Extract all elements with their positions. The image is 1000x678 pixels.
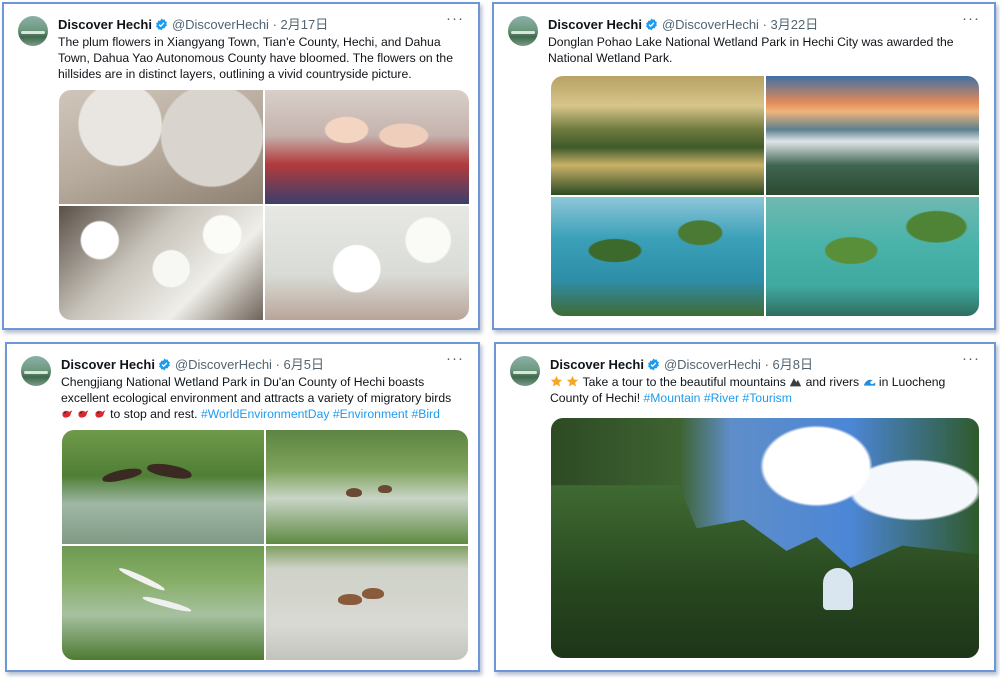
photo-ducks-water[interactable] xyxy=(266,546,468,660)
photo-lake-islands[interactable] xyxy=(551,197,764,316)
star-emoji-icon xyxy=(567,375,579,387)
hashtag-world-environment-day[interactable]: #WorldEnvironmentDay xyxy=(201,407,329,421)
author-name[interactable]: Discover Hechi xyxy=(548,17,642,32)
tweet-text-main: Chengjiang National Wetland Park in Du'a… xyxy=(61,375,452,405)
tweet-date[interactable]: 6月8日 xyxy=(773,357,813,372)
tweet-header: Discover Hechi @DiscoverHechi · 6月5日 ··· xyxy=(61,350,464,374)
avatar[interactable] xyxy=(510,356,540,386)
author-name[interactable]: Discover Hechi xyxy=(58,17,152,32)
more-options-icon[interactable]: ··· xyxy=(446,10,464,27)
photo-ducks-reeds[interactable] xyxy=(266,430,468,544)
hashtag-environment[interactable]: #Environment xyxy=(333,407,408,421)
photo-yao-girls[interactable] xyxy=(265,90,469,204)
author-handle[interactable]: @DiscoverHechi xyxy=(664,357,761,372)
author-name[interactable]: Discover Hechi xyxy=(550,357,644,372)
tweet-text-part2: and rivers xyxy=(805,375,860,389)
tweet-media[interactable] xyxy=(62,430,468,660)
photo-birds-flying[interactable] xyxy=(62,430,264,544)
tweet-date[interactable]: 2月17日 xyxy=(281,17,329,32)
author-handle[interactable]: @DiscoverHechi xyxy=(662,17,759,32)
hashtag-bird[interactable]: #Bird xyxy=(411,407,439,421)
more-options-icon[interactable]: ··· xyxy=(962,350,980,367)
photo-lake-sunrise[interactable] xyxy=(551,76,764,195)
photo-plum-blossoms[interactable] xyxy=(59,206,263,320)
tweet-media[interactable] xyxy=(59,90,469,320)
tweet-card-wetland-park[interactable]: Discover Hechi @DiscoverHechi · 3月22日 ···… xyxy=(492,2,996,330)
mountain-emoji-icon xyxy=(790,378,802,387)
separator: · xyxy=(275,357,280,372)
author-handle[interactable]: @DiscoverHechi xyxy=(175,357,272,372)
verified-badge-icon xyxy=(156,18,167,31)
avatar[interactable] xyxy=(18,16,48,46)
tweet-date[interactable]: 6月5日 xyxy=(284,357,324,372)
tweet-date[interactable]: 3月22日 xyxy=(771,17,819,32)
author-name[interactable]: Discover Hechi xyxy=(61,357,155,372)
tweet-text-end: to stop and rest. xyxy=(110,407,198,421)
tweet-media[interactable] xyxy=(551,76,979,316)
red-bird-emoji-icon xyxy=(95,410,106,418)
photo-plum-dancers[interactable] xyxy=(59,90,263,204)
star-emoji-icon xyxy=(550,375,563,387)
separator: · xyxy=(762,17,767,32)
verified-badge-icon xyxy=(646,18,657,31)
tweet-card-migratory-birds[interactable]: Discover Hechi @DiscoverHechi · 6月5日 ··· … xyxy=(5,342,480,672)
tweet-header: Discover Hechi @DiscoverHechi · 6月8日 ··· xyxy=(550,350,980,374)
photo-karst-mountain-arch[interactable] xyxy=(551,418,979,658)
tweet-text: The plum flowers in Xiangyang Town, Tian… xyxy=(58,35,453,81)
photo-lake-green[interactable] xyxy=(766,197,979,316)
more-options-icon[interactable]: ··· xyxy=(962,10,980,27)
red-bird-emoji-icon xyxy=(78,410,89,418)
verified-badge-icon xyxy=(159,358,170,371)
photo-white-birds[interactable] xyxy=(62,546,264,660)
photo-lake-sunset[interactable] xyxy=(766,76,979,195)
tweet-card-mountains-rivers[interactable]: Discover Hechi @DiscoverHechi · 6月8日 ··· … xyxy=(494,342,996,672)
tweet-card-plum-flowers[interactable]: Discover Hechi @DiscoverHechi · 2月17日 ···… xyxy=(2,2,480,330)
tweet-text: Take a tour to the beautiful mountains a… xyxy=(550,374,980,406)
tweet-header: Discover Hechi @DiscoverHechi · 2月17日 ··· xyxy=(58,10,464,34)
separator: · xyxy=(764,357,769,372)
tweet-text-part1: Take a tour to the beautiful mountains xyxy=(582,375,786,389)
more-options-icon[interactable]: ··· xyxy=(446,350,464,367)
tweet-text: Chengjiang National Wetland Park in Du'a… xyxy=(61,374,464,422)
separator: · xyxy=(272,17,277,32)
verified-badge-icon xyxy=(648,358,659,371)
hashtag-mountain[interactable]: #Mountain xyxy=(644,391,701,405)
water-wave-emoji-icon xyxy=(863,379,875,386)
author-handle[interactable]: @DiscoverHechi xyxy=(172,17,269,32)
hashtag-tourism[interactable]: #Tourism xyxy=(742,391,791,405)
tweet-header: Discover Hechi @DiscoverHechi · 3月22日 ··· xyxy=(548,10,980,34)
avatar[interactable] xyxy=(21,356,51,386)
red-bird-emoji-icon xyxy=(62,410,73,418)
tweet-text: Donglan Pohao Lake National Wetland Park… xyxy=(548,35,954,65)
photo-plum-closeup[interactable] xyxy=(265,206,469,320)
hashtag-river[interactable]: #River xyxy=(704,391,739,405)
tweet-media[interactable] xyxy=(551,418,979,658)
avatar[interactable] xyxy=(508,16,538,46)
